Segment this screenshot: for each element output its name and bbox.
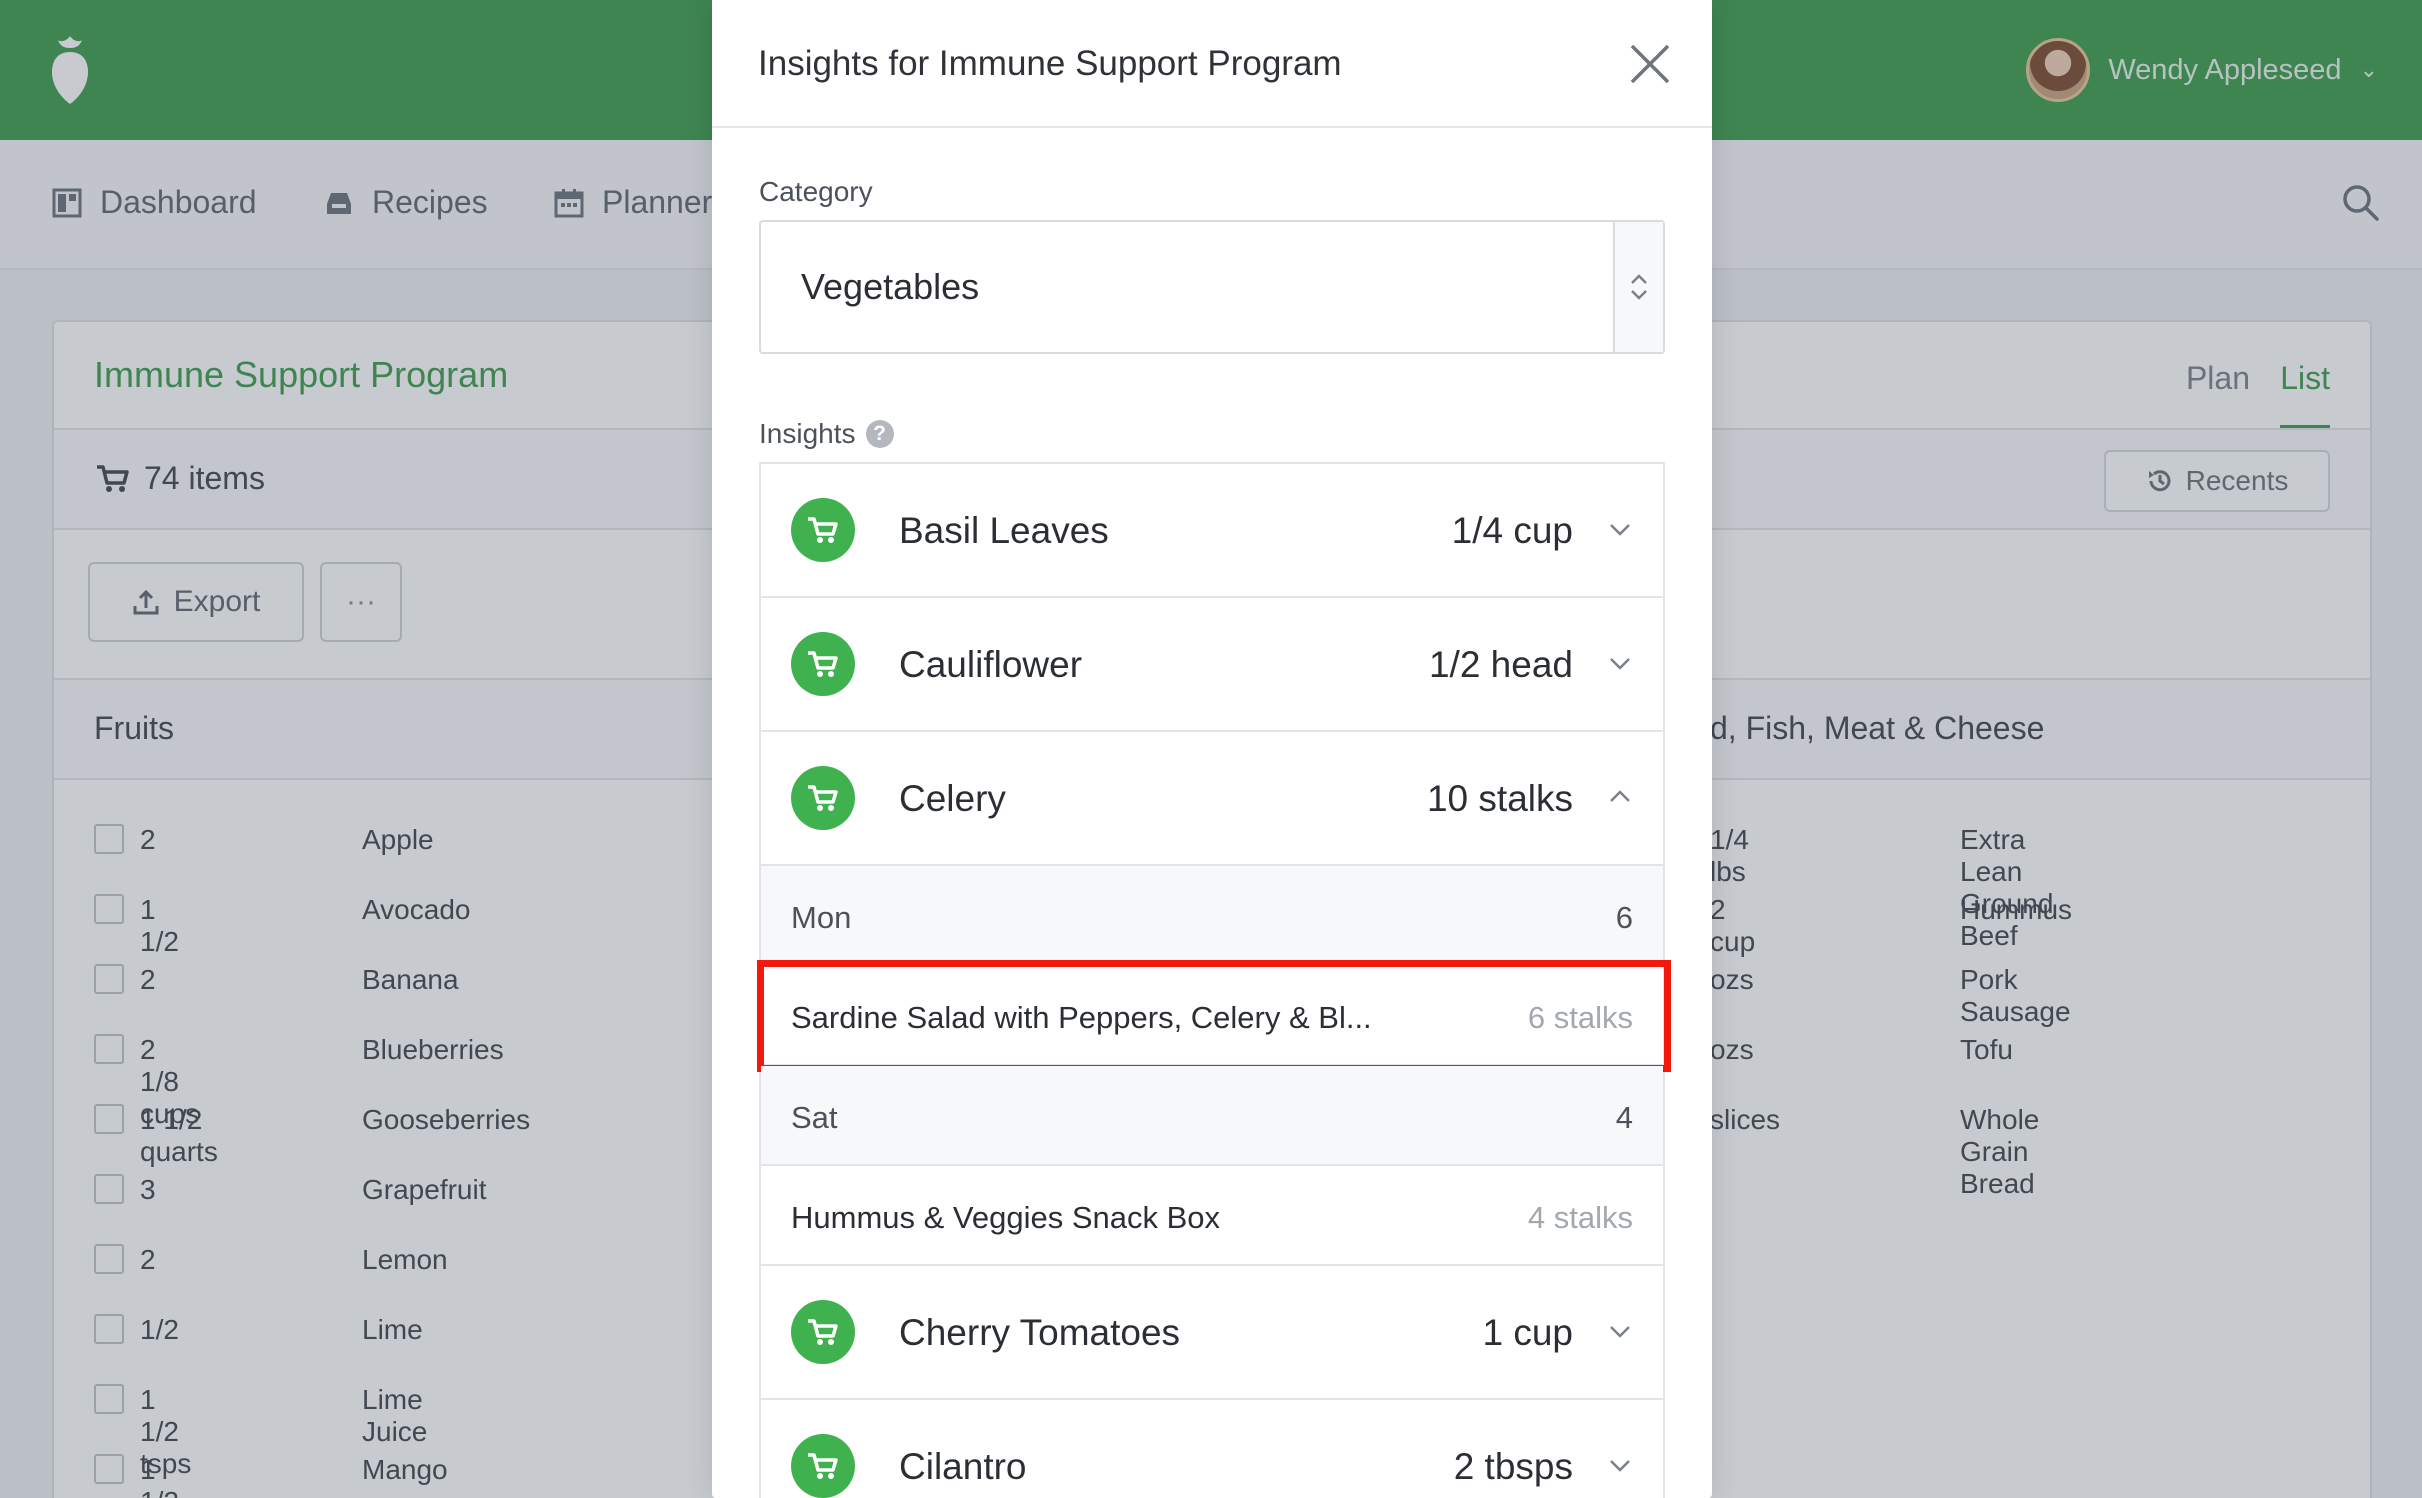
cart-icon — [791, 1434, 855, 1498]
day-row-sat: Sat 4 — [761, 1066, 1663, 1166]
day-row-mon: Mon 6 — [761, 866, 1663, 966]
recipe-row-hummus-snack-box[interactable]: Hummus & Veggies Snack Box 4 stalks — [761, 1166, 1663, 1266]
ingredient-amount: 1/4 cup — [1451, 510, 1573, 551]
category-select[interactable]: Vegetables — [759, 220, 1665, 354]
ingredient-amount: 1 cup — [1482, 1312, 1573, 1353]
insight-row-celery[interactable]: Celery 10 stalks — [761, 732, 1663, 866]
ingredient-name: Cauliflower — [899, 644, 1083, 685]
ingredient-name: Cilantro — [899, 1446, 1027, 1487]
ingredient-amount: 10 stalks — [1426, 778, 1573, 819]
day-count: 6 — [1615, 900, 1633, 935]
recipe-amount: 6 stalks — [1527, 1000, 1633, 1035]
day-count: 4 — [1615, 1100, 1633, 1135]
insights-label-row: Insights ? — [759, 418, 894, 450]
insight-row-cherry-tomatoes[interactable]: Cherry Tomatoes 1 cup — [761, 1266, 1663, 1400]
cart-icon — [791, 766, 855, 830]
recipe-name[interactable]: Hummus & Veggies Snack Box — [791, 1200, 1220, 1236]
ingredient-name: Cherry Tomatoes — [899, 1312, 1181, 1353]
modal-header: Insights for Immune Support Program — [712, 0, 1712, 128]
chevron-down-icon[interactable] — [1605, 514, 1635, 544]
recipe-row-sardine-salad[interactable]: Sardine Salad with Peppers, Celery & Bl.… — [757, 960, 1671, 1072]
insights-modal: Insights for Immune Support Program Cate… — [712, 0, 1712, 1498]
help-icon[interactable]: ? — [865, 420, 894, 448]
ingredient-amount: 2 tbsps — [1453, 1446, 1573, 1487]
chevron-down-icon[interactable] — [1605, 1316, 1635, 1346]
category-value: Vegetables — [801, 266, 980, 307]
chevron-down-icon[interactable] — [1605, 1450, 1635, 1480]
insights-list: Basil Leaves 1/4 cup Cauliflower 1/2 hea… — [757, 462, 1671, 1498]
insight-row-cilantro[interactable]: Cilantro 2 tbsps — [761, 1400, 1663, 1498]
ingredient-name: Basil Leaves — [899, 510, 1109, 551]
recipe-amount: 4 stalks — [1527, 1200, 1633, 1235]
select-arrows-icon[interactable] — [1613, 222, 1663, 352]
insight-row-cauliflower[interactable]: Cauliflower 1/2 head — [761, 598, 1663, 732]
chevron-up-icon[interactable] — [1605, 782, 1635, 812]
insight-row-basil-leaves[interactable]: Basil Leaves 1/4 cup — [761, 464, 1663, 598]
modal-title: Insights for Immune Support Program — [758, 44, 1342, 83]
day-label: Sat — [791, 1100, 838, 1135]
insights-label: Insights — [759, 418, 856, 449]
chevron-down-icon[interactable] — [1605, 648, 1635, 678]
cart-icon — [791, 498, 855, 562]
category-label: Category — [759, 176, 873, 207]
day-label: Mon — [791, 900, 852, 935]
ingredient-amount: 1/2 head — [1428, 644, 1573, 685]
cart-icon — [791, 1300, 855, 1364]
cart-icon — [791, 632, 855, 696]
close-icon[interactable] — [1628, 42, 1672, 86]
ingredient-name: Celery — [899, 778, 1006, 819]
recipe-name[interactable]: Sardine Salad with Peppers, Celery & Bl.… — [791, 1000, 1372, 1036]
